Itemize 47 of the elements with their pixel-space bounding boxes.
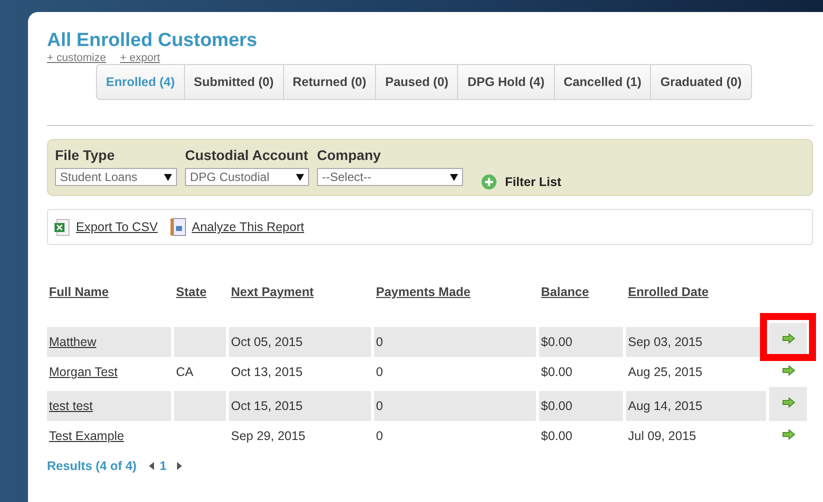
customer-link[interactable]: Morgan Test: [49, 365, 118, 379]
table-cell-text: $0.00: [540, 428, 574, 445]
table-cell-text: 0: [375, 364, 384, 381]
page-title: All Enrolled Customers: [47, 30, 258, 52]
customer-link[interactable]: test test: [49, 399, 93, 413]
column-header[interactable]: Full Name: [47, 285, 171, 323]
table-cell-text: Aug 25, 2015: [627, 364, 704, 381]
action-link[interactable]: Export To CSV: [54, 218, 158, 236]
column-header[interactable]: State: [174, 285, 226, 323]
tab[interactable]: Submitted (0): [184, 64, 284, 100]
link[interactable]: + customize: [47, 53, 106, 64]
spreadsheet-icon: [54, 218, 70, 236]
tab[interactable]: Paused (0): [375, 64, 458, 100]
tab[interactable]: DPG Hold (4): [457, 64, 555, 100]
customer-link[interactable]: Matthew: [49, 335, 96, 349]
table-cell-text: Sep 29, 2015: [230, 428, 306, 445]
dropdown[interactable]: DPG Custodial: [185, 168, 309, 186]
dropdown[interactable]: --Select--: [317, 168, 463, 186]
results-count: Results (4 of 4): [47, 459, 137, 473]
tab[interactable]: Returned (0): [282, 64, 376, 100]
column-header[interactable]: Payments Made: [374, 285, 536, 323]
report-icon: [170, 218, 186, 236]
arrow-icon[interactable]: [782, 429, 794, 440]
table-cell-text: 0: [375, 428, 384, 445]
filter-label: File Type: [55, 147, 116, 163]
customer-link[interactable]: Test Example: [49, 429, 124, 443]
column-header[interactable]: Next Payment: [229, 285, 371, 323]
table-cell-text: Jul 09, 2015: [627, 428, 698, 445]
column-header[interactable]: Enrolled Date: [626, 285, 766, 323]
next-icon[interactable]: [176, 462, 182, 470]
plus-icon: [481, 174, 497, 190]
column-header[interactable]: Balance: [539, 285, 623, 323]
tab[interactable]: Cancelled (1): [554, 64, 652, 100]
action-link[interactable]: Analyze This Report: [170, 218, 304, 236]
filter-label: Company: [317, 147, 382, 163]
table-cell-text: $0.00: [540, 364, 574, 381]
arrow-icon[interactable]: [782, 365, 794, 376]
arrow-icon[interactable]: [782, 397, 794, 408]
filter-label: Custodial Account: [185, 147, 309, 163]
tab[interactable]: Graduated (0): [650, 64, 752, 100]
filter-button[interactable]: Filter List: [471, 174, 562, 190]
dropdown[interactable]: Student Loans: [55, 168, 177, 186]
table-cell-text: Oct 13, 2015: [230, 364, 304, 381]
table-cell-text: CA: [175, 364, 194, 381]
arrow-icon[interactable]: [782, 333, 794, 344]
previous-icon[interactable]: [148, 462, 154, 470]
link[interactable]: + export: [120, 53, 160, 64]
